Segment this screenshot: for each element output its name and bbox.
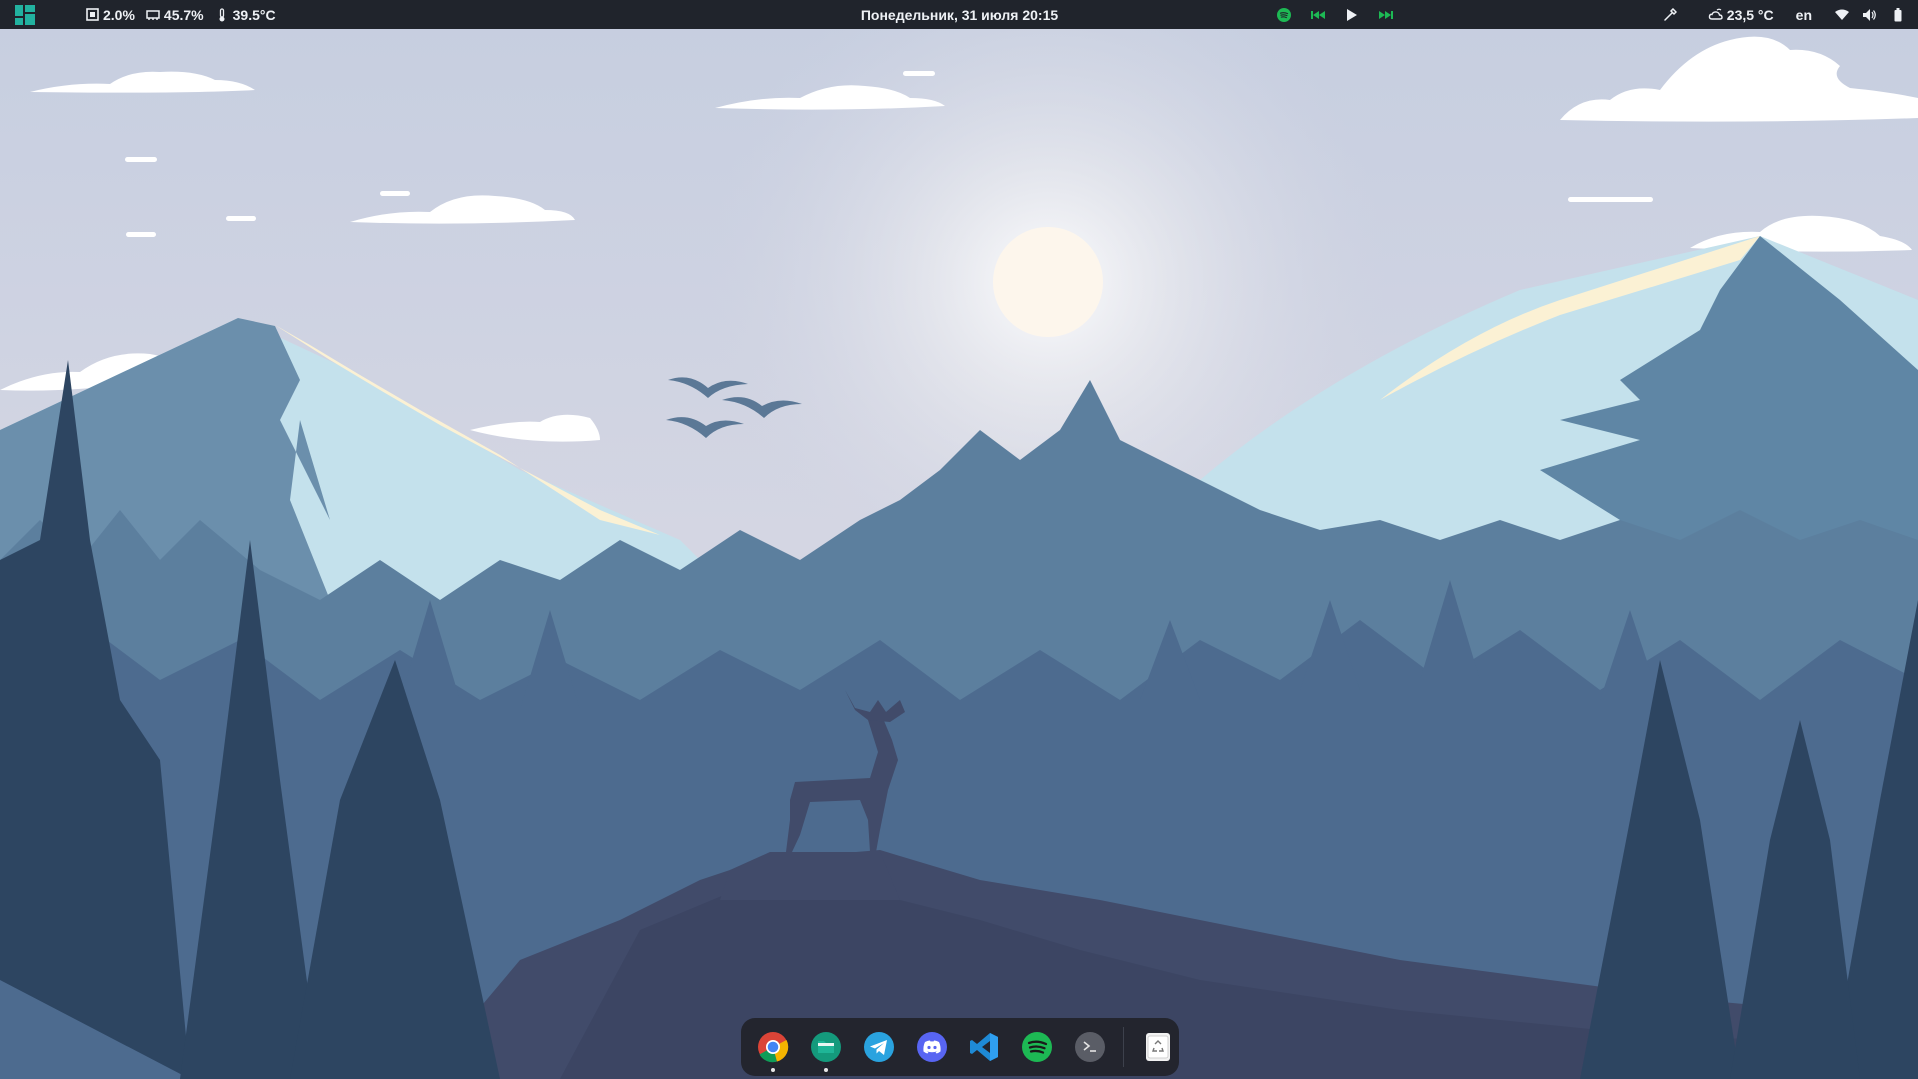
files-icon: [810, 1031, 842, 1063]
running-indicator: [771, 1068, 776, 1072]
running-indicator: [824, 1068, 829, 1072]
dock-separator: [1123, 1027, 1125, 1067]
dock-app-terminal[interactable]: [1069, 1025, 1112, 1069]
apps-grid-icon[interactable]: [14, 4, 36, 25]
skip-back-icon[interactable]: [1310, 7, 1326, 23]
keyboard-layout[interactable]: en: [1796, 7, 1812, 23]
memory-icon: [145, 7, 161, 23]
date-time[interactable]: Понедельник, 31 июля 20:15: [861, 7, 1058, 23]
dock-app-spotify[interactable]: [1016, 1025, 1059, 1069]
weather-value: 23,5 °C: [1726, 6, 1774, 23]
dock-app-chrome[interactable]: [752, 1025, 795, 1072]
spotify-icon[interactable]: [1276, 7, 1292, 23]
cpu-usage: 2.0%: [84, 7, 135, 23]
memory-usage: 45.7%: [145, 7, 204, 23]
wifi-icon[interactable]: [1834, 7, 1850, 23]
dock-trash[interactable]: [1136, 1025, 1179, 1069]
play-icon[interactable]: [1344, 7, 1360, 23]
trash-icon: [1143, 1031, 1173, 1063]
cpu-temperature: 39.5°C: [214, 7, 276, 23]
tray: 23,5 °C en: [1662, 0, 1906, 29]
chrome-icon: [757, 1031, 789, 1063]
cpu-value: 2.0%: [103, 6, 135, 23]
top-bar: 2.0% 45.7% 39.5°C Понедельник, 31 июля 2…: [0, 0, 1918, 29]
clock-area: Понедельник, 31 июля 20:15: [0, 0, 1918, 29]
dock: [741, 1018, 1179, 1076]
media-controls: [1276, 0, 1394, 29]
cpu-chip-icon: [84, 7, 100, 23]
discord-icon: [916, 1031, 948, 1063]
weather-widget[interactable]: 23,5 °C: [1708, 7, 1774, 23]
skip-forward-icon[interactable]: [1378, 7, 1394, 23]
temperature-value: 39.5°C: [232, 6, 276, 23]
vscode-icon: [968, 1031, 1000, 1063]
dock-app-files[interactable]: [805, 1025, 848, 1072]
system-stats: 2.0% 45.7% 39.5°C: [14, 0, 276, 29]
color-picker-icon[interactable]: [1662, 7, 1678, 23]
dock-app-discord[interactable]: [910, 1025, 953, 1069]
dock-app-vscode[interactable]: [963, 1025, 1006, 1069]
volume-icon[interactable]: [1862, 7, 1878, 23]
desktop-wallpaper: [0, 0, 1918, 1079]
memory-value: 45.7%: [163, 6, 204, 23]
thermometer-icon: [214, 7, 230, 23]
spotify-icon: [1021, 1031, 1053, 1063]
battery-icon[interactable]: [1890, 7, 1906, 23]
terminal-icon: [1074, 1031, 1106, 1063]
dock-app-telegram[interactable]: [858, 1025, 901, 1069]
telegram-icon: [863, 1031, 895, 1063]
cloudy-night-icon: [1708, 7, 1724, 23]
